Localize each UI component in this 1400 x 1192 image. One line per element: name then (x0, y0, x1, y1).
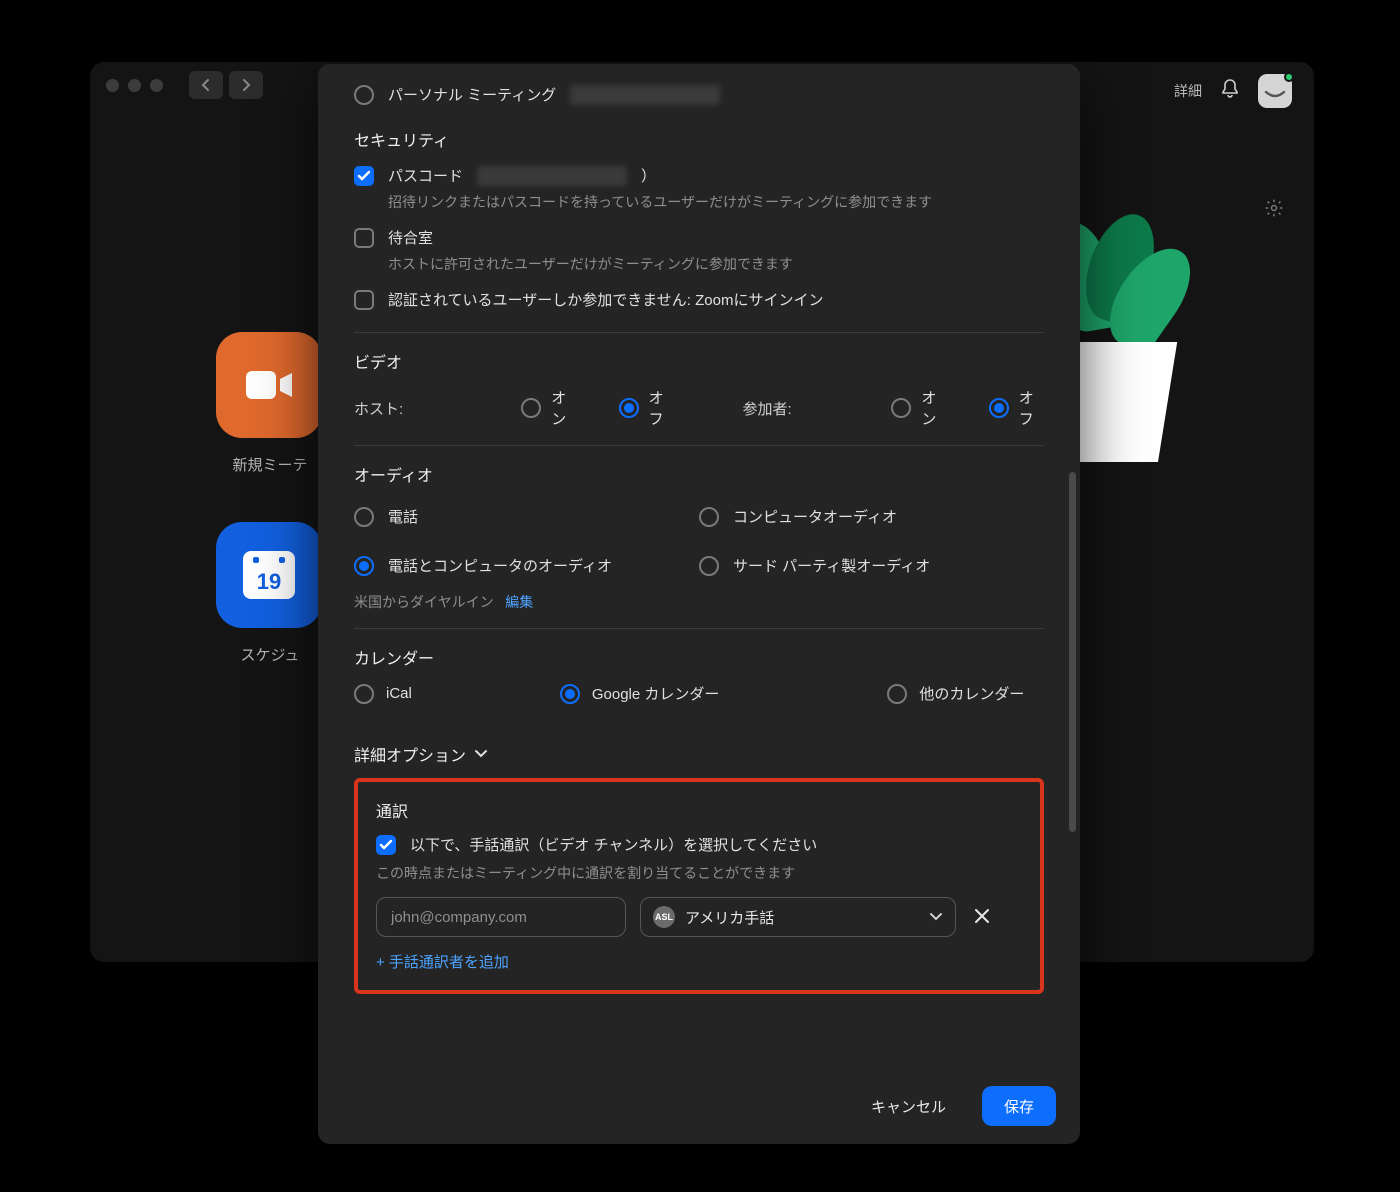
remove-interpreter-button[interactable] (970, 904, 994, 930)
chevron-right-icon (241, 78, 251, 92)
audio-both-label: 電話とコンピュータのオーディオ (388, 555, 612, 576)
calendar-ical-label: iCal (386, 685, 412, 702)
auth-label: 認証されているユーザーしか参加できません: Zoomにサインイン (388, 289, 823, 310)
bg-details-link[interactable]: 詳細 (1174, 81, 1202, 101)
passcode-help: 招待リンクまたはパスコードを持っているユーザーだけがミーティングに参加できます (388, 192, 1044, 213)
user-avatar[interactable] (1258, 74, 1292, 108)
video-participant-label: 参加者: (743, 398, 803, 419)
video-participant-on-radio[interactable] (891, 398, 911, 418)
audio-thirdparty-radio[interactable] (699, 556, 719, 576)
new-meeting-tile[interactable] (216, 332, 322, 438)
chevron-down-icon (929, 909, 943, 926)
calendar-google-label: Google カレンダー (592, 683, 720, 704)
video-host-on-radio[interactable] (521, 398, 541, 418)
audio-both-radio[interactable] (354, 556, 374, 576)
calendar-section-title: カレンダー (354, 645, 1044, 669)
calendar-other-label: 他のカレンダー (919, 683, 1024, 704)
notifications-bell-icon[interactable] (1220, 78, 1240, 104)
asl-badge-icon: ASL (653, 906, 675, 928)
passcode-checkbox[interactable] (354, 166, 374, 186)
audio-computer-radio[interactable] (699, 507, 719, 527)
advanced-options-toggle[interactable]: 詳細オプション (354, 742, 1044, 766)
pmi-radio[interactable] (354, 85, 374, 105)
video-icon (242, 365, 296, 405)
waitingroom-checkbox[interactable] (354, 228, 374, 248)
chevron-down-icon (474, 749, 488, 759)
schedule-tile[interactable]: 19 (216, 522, 322, 628)
interpretation-section-highlight: 通訳 以下で、手話通訳（ビデオ チャンネル）を選択してください この時点またはミ… (354, 778, 1044, 994)
passcode-value-redacted (477, 166, 627, 186)
passcode-suffix: ） (641, 165, 656, 186)
advanced-options-label: 詳細オプション (354, 742, 466, 766)
chevron-left-icon (201, 78, 211, 92)
audio-dialin-text: 米国からダイヤルイン (354, 594, 494, 610)
waitingroom-help: ホストに許可されたユーザーだけがミーティングに参加できます (388, 254, 1044, 275)
schedule-meeting-modal: パーソナル ミーティング セキュリティ パスコード ） 招待リンクまたはパスコー… (318, 64, 1080, 1144)
auth-checkbox[interactable] (354, 290, 374, 310)
traffic-minimize[interactable] (128, 79, 141, 92)
calendar-date: 19 (257, 569, 281, 595)
traffic-zoom[interactable] (150, 79, 163, 92)
cancel-button[interactable]: キャンセル (849, 1086, 968, 1126)
audio-computer-label: コンピュータオーディオ (733, 506, 897, 527)
pmi-id-redacted (570, 85, 720, 105)
interpretation-checkbox-label: 以下で、手話通訳（ビデオ チャンネル）を選択してください (410, 834, 817, 855)
waitingroom-label: 待合室 (388, 227, 433, 248)
interpreter-email-input[interactable] (376, 897, 626, 937)
video-on-label-1: オン (551, 387, 576, 429)
add-interpreter-link[interactable]: + 手話通訳者を追加 (376, 951, 509, 972)
calendar-ical-radio[interactable] (354, 684, 374, 704)
interpretation-title: 通訳 (376, 798, 1022, 822)
presence-dot (1284, 72, 1294, 82)
sign-language-select[interactable]: ASL アメリカ手話 (640, 897, 956, 937)
audio-thirdparty-label: サード パーティ製オーディオ (733, 555, 930, 576)
pmi-label: パーソナル ミーティング (388, 84, 556, 105)
modal-footer: キャンセル 保存 (318, 1067, 1080, 1144)
audio-phone-radio[interactable] (354, 507, 374, 527)
close-icon (974, 908, 990, 924)
interpretation-enable-checkbox[interactable] (376, 835, 396, 855)
audio-phone-label: 電話 (388, 506, 418, 527)
video-off-label-1: オフ (649, 387, 674, 429)
bg-settings-gear-icon[interactable] (1264, 198, 1284, 222)
video-host-off-radio[interactable] (619, 398, 639, 418)
passcode-label: パスコード (388, 165, 463, 186)
video-section-title: ビデオ (354, 349, 1044, 373)
video-on-label-2: オン (921, 387, 946, 429)
audio-section-title: オーディオ (354, 462, 1044, 486)
video-host-label: ホスト: (354, 398, 414, 419)
audio-dialin-edit-link[interactable]: 編集 (505, 594, 533, 610)
traffic-close[interactable] (106, 79, 119, 92)
calendar-google-radio[interactable] (560, 684, 580, 704)
video-off-label-2: オフ (1019, 387, 1044, 429)
interpretation-help: この時点またはミーティング中に通訳を割り当てることができます (376, 863, 1022, 883)
window-traffic-lights[interactable] (106, 79, 163, 92)
sign-language-selected: アメリカ手話 (685, 907, 919, 928)
modal-scrollbar-thumb[interactable] (1069, 472, 1076, 832)
save-button[interactable]: 保存 (982, 1086, 1056, 1126)
calendar-other-radio[interactable] (887, 684, 907, 704)
nav-back-button[interactable] (189, 71, 223, 99)
nav-forward-button[interactable] (229, 71, 263, 99)
calendar-icon: 19 (243, 551, 295, 599)
video-participant-off-radio[interactable] (989, 398, 1009, 418)
security-section-title: セキュリティ (354, 127, 1044, 151)
